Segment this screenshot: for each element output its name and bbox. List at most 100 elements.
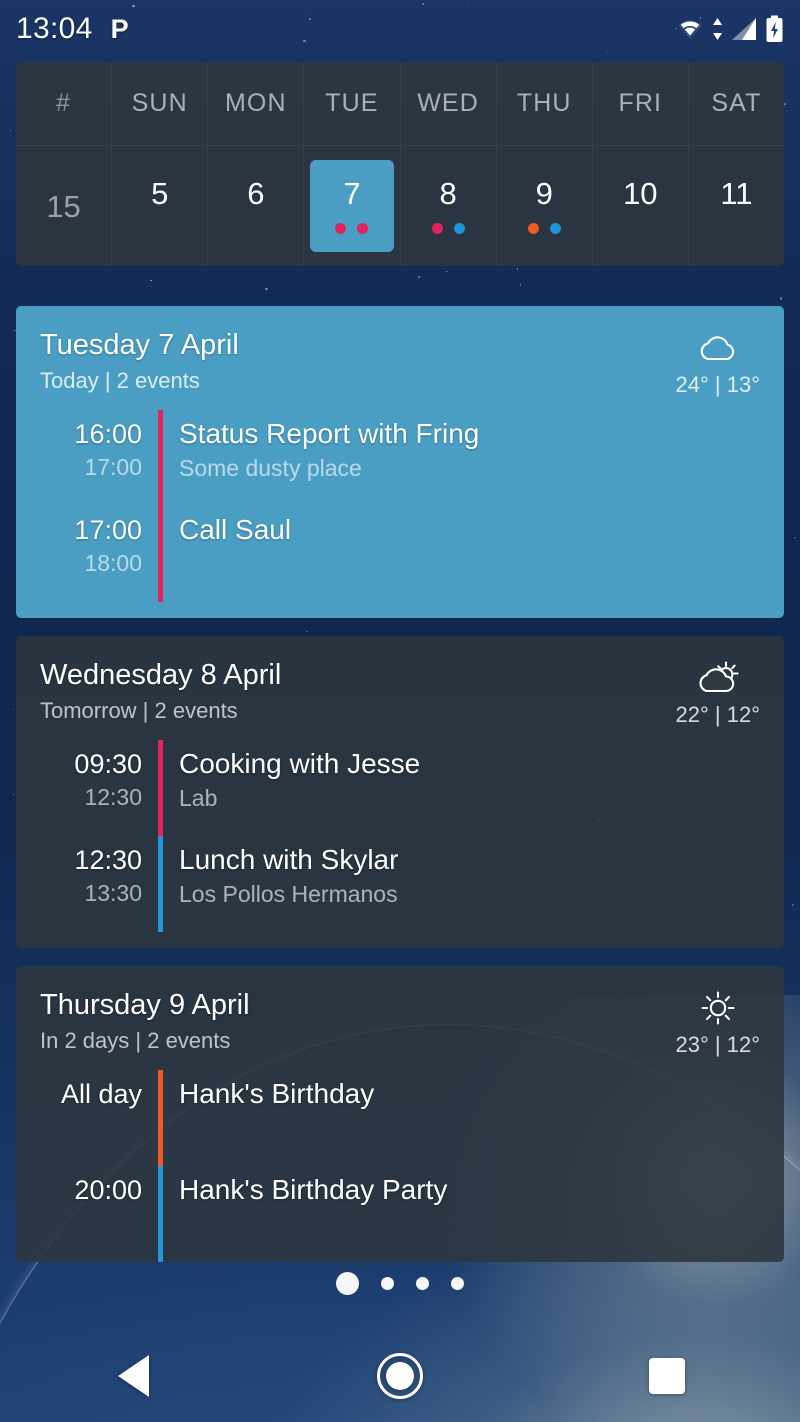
event-start-time: 09:30	[74, 749, 142, 779]
calendar-weekday-mon: MON	[208, 62, 305, 146]
page-dot-active[interactable]	[336, 1272, 359, 1295]
status-bar-system-icons	[675, 15, 784, 43]
day-card-subtitle: Tomorrow | 2 events	[40, 698, 238, 724]
page-dot[interactable]	[416, 1277, 429, 1290]
event-start-time: 12:30	[74, 845, 142, 875]
home-button[interactable]	[340, 1340, 460, 1412]
day-card-header: Thursday 9 April In 2 days | 2 events 23° …	[40, 988, 760, 1058]
event-location: Los Pollos Hermanos	[179, 881, 398, 907]
weather-temperature: 24° | 13°	[675, 372, 760, 397]
calendar-day-number: 11	[720, 176, 753, 211]
calendar-day-number: 5	[151, 176, 169, 211]
event-end-time: 17:00	[84, 453, 142, 480]
calendar-day-5[interactable]: 5	[112, 146, 209, 266]
day-card-header-text: Wednesday 8 April Tomorrow | 2 events	[40, 658, 662, 725]
week-number-value: 15	[46, 188, 81, 224]
calendar-weekday-fri: FRI	[592, 62, 689, 146]
event-row[interactable]: 16:00 17:00 Status Report with Fring Some d…	[40, 410, 760, 506]
event-row[interactable]: 09:30 12:30 Cooking with Jesse Lab	[40, 740, 760, 836]
event-title: Hank's Birthday Party	[179, 1174, 448, 1205]
event-details: Cooking with Jesse Lab	[163, 740, 760, 836]
day-card-subtitle: In 2 days | 2 events	[40, 1028, 231, 1054]
event-times: 09:30 12:30	[40, 740, 158, 836]
wifi-icon	[678, 19, 702, 39]
event-times: All day	[40, 1070, 158, 1166]
status-bar-clock: 13:04	[16, 12, 93, 45]
day-card-title: Thursday 9 April	[40, 989, 250, 1021]
event-dot	[431, 223, 443, 234]
calendar-day-8[interactable]: 8	[401, 146, 497, 266]
event-row[interactable]: All day Hank's Birthday	[40, 1070, 760, 1166]
calendar-strip-widget[interactable]: # SUN MON TUE WED THU FRI SAT 15 5 6 7 8 9 10…	[16, 62, 784, 266]
event-location: Some dusty place	[179, 455, 362, 481]
calendar-day-9[interactable]: 9	[497, 146, 593, 266]
calendar-day-event-dots	[335, 223, 369, 234]
day-card-header: Tuesday 7 April Today | 2 events 24° | 13°	[40, 328, 760, 398]
calendar-day-number: 9	[535, 176, 553, 211]
calendar-day-7[interactable]: 7	[304, 146, 401, 266]
weekday-label: SUN	[131, 89, 188, 117]
event-times: 20:00	[40, 1166, 158, 1262]
data-transfer-icon	[713, 18, 722, 40]
back-button[interactable]	[73, 1340, 193, 1412]
pocketcasts-icon: P	[110, 13, 129, 44]
day-card-subtitle: Today | 2 events	[40, 368, 200, 394]
sun-icon	[701, 991, 735, 1025]
day-card-weather: 22° | 12°	[662, 658, 760, 728]
day-card-weather: 24° | 13°	[662, 328, 760, 398]
calendar-day-11[interactable]: 11	[689, 146, 784, 266]
calendar-day-number: 6	[247, 176, 265, 211]
event-dot	[335, 223, 347, 234]
event-title: Cooking with Jesse	[179, 748, 421, 779]
status-bar: 13:04 P	[0, 0, 800, 58]
weekday-label: WED	[417, 89, 479, 117]
day-card[interactable]: Tuesday 7 April Today | 2 events 24° | 13°…	[16, 306, 784, 618]
weekday-label: MON	[224, 89, 287, 117]
recents-button[interactable]	[607, 1340, 727, 1412]
calendar-weekday-header: # SUN MON TUE WED THU FRI SAT	[16, 62, 784, 146]
day-card-events: 16:00 17:00 Status Report with Fring Some d…	[40, 410, 760, 602]
day-card[interactable]: Wednesday 8 April Tomorrow | 2 events 22° …	[16, 636, 784, 948]
calendar-weekday-sat: SAT	[688, 62, 784, 146]
event-times: 17:00 18:00	[40, 506, 158, 602]
event-title: Call Saul	[179, 514, 292, 545]
event-details: Lunch with Skylar Los Pollos Hermanos	[163, 836, 760, 932]
day-card-events: All day Hank's Birthday 20:00 Hank's Birthd…	[40, 1070, 760, 1262]
day-card-events: 09:30 12:30 Cooking with Jesse Lab 12:30 13:3…	[40, 740, 760, 932]
page-indicator[interactable]	[0, 1272, 800, 1295]
page-dot[interactable]	[381, 1277, 394, 1290]
back-triangle-icon	[117, 1355, 149, 1397]
event-row[interactable]: 20:00 Hank's Birthday Party	[40, 1166, 760, 1262]
page-dot[interactable]	[451, 1277, 464, 1290]
event-end-time: 12:30	[84, 783, 142, 810]
cellular-signal-icon	[732, 18, 756, 40]
calendar-day-6[interactable]: 6	[208, 146, 305, 266]
day-card-weather: 23° | 12°	[662, 988, 760, 1058]
day-card-header-text: Thursday 9 April In 2 days | 2 events	[40, 988, 662, 1055]
weekday-label: SAT	[711, 89, 762, 117]
cloud-icon	[700, 336, 734, 361]
day-card[interactable]: Thursday 9 April In 2 days | 2 events 23° …	[16, 966, 784, 1262]
calendar-day-row: 15 5 6 7 8 9 10 11	[16, 146, 784, 266]
calendar-day-number: 8	[439, 176, 457, 211]
week-number-symbol: #	[56, 89, 72, 117]
event-details: Call Saul	[163, 506, 760, 602]
partly-cloudy-icon	[699, 661, 739, 693]
day-card-header-text: Tuesday 7 April Today | 2 events	[40, 328, 662, 395]
calendar-weekday-sun: SUN	[112, 62, 209, 146]
calendar-day-10[interactable]: 10	[593, 146, 689, 266]
event-details: Hank's Birthday Party	[163, 1166, 760, 1262]
calendar-weekday-wed: WED	[400, 62, 497, 146]
event-location: Lab	[179, 785, 218, 811]
calendar-day-event-dots	[527, 223, 561, 234]
event-row[interactable]: 17:00 18:00 Call Saul	[40, 506, 760, 602]
event-end-time: 18:00	[84, 549, 142, 576]
weekday-label: THU	[516, 89, 572, 117]
day-card-header: Wednesday 8 April Tomorrow | 2 events 22° …	[40, 658, 760, 728]
event-start-time: 17:00	[74, 515, 142, 545]
event-row[interactable]: 12:30 13:30 Lunch with Skylar Los Pollos He…	[40, 836, 760, 932]
calendar-weekday-tue: TUE	[304, 62, 401, 146]
status-bar-notification-icons: P	[110, 13, 129, 44]
calendar-day-event-dots	[431, 223, 465, 234]
event-start-time: 20:00	[74, 1175, 142, 1205]
